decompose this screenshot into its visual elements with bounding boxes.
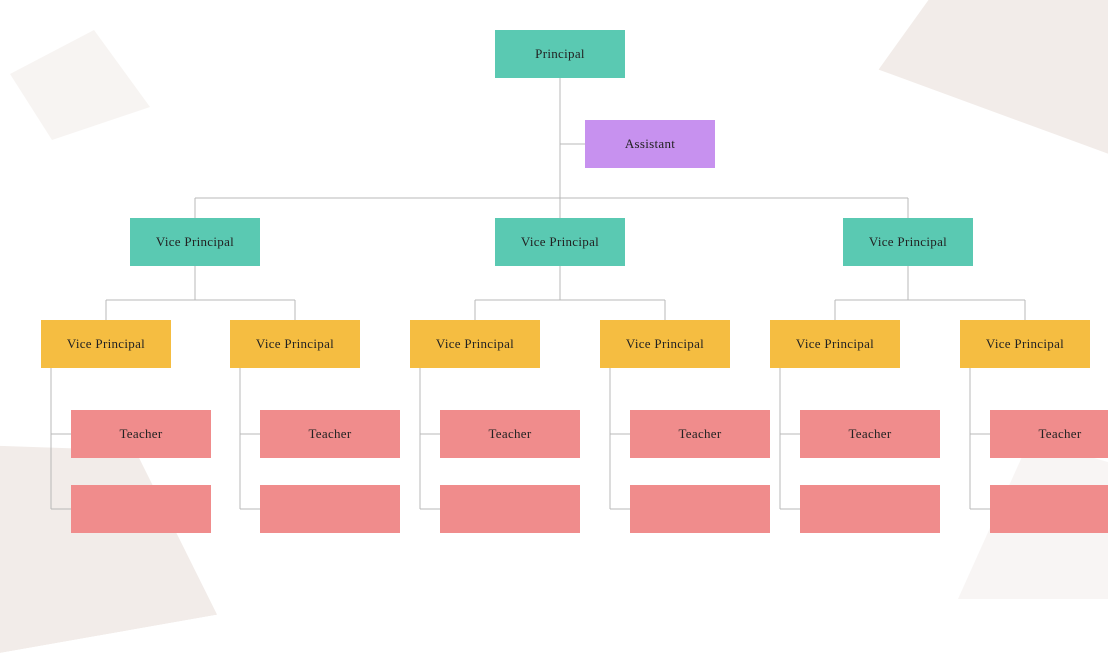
node-vp: Vice Principal — [843, 218, 973, 266]
node-sub-vp: Vice Principal — [410, 320, 540, 368]
node-sub-vp: Vice Principal — [770, 320, 900, 368]
node-sub-vp: Vice Principal — [230, 320, 360, 368]
node-teacher: Teacher — [440, 410, 580, 458]
node-sub-vp: Vice Principal — [41, 320, 171, 368]
node-teacher: Teacher — [260, 410, 400, 458]
node-assistant: Assistant — [585, 120, 715, 168]
node-teacher — [800, 485, 940, 533]
node-sub-vp: Vice Principal — [600, 320, 730, 368]
node-teacher — [260, 485, 400, 533]
node-teacher: Teacher — [990, 410, 1108, 458]
node-vp: Vice Principal — [495, 218, 625, 266]
node-teacher: Teacher — [71, 410, 211, 458]
node-vp: Vice Principal — [130, 218, 260, 266]
node-teacher: Teacher — [800, 410, 940, 458]
node-teacher — [440, 485, 580, 533]
node-sub-vp: Vice Principal — [960, 320, 1090, 368]
org-chart-connectors — [0, 0, 1108, 559]
node-teacher — [71, 485, 211, 533]
node-teacher — [990, 485, 1108, 533]
node-teacher: Teacher — [630, 410, 770, 458]
node-principal: Principal — [495, 30, 625, 78]
node-teacher — [630, 485, 770, 533]
